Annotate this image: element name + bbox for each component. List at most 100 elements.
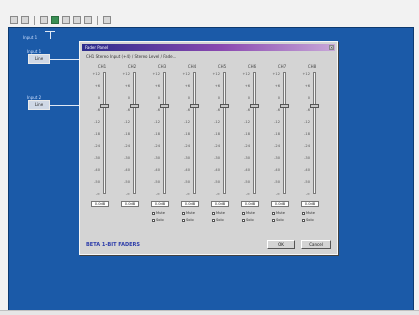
checkbox-icon[interactable] (302, 211, 305, 215)
channel-label: CH7 (277, 64, 287, 69)
fader-thumb[interactable] (280, 103, 289, 108)
scale-tick-label: -50 (124, 180, 130, 184)
save-icon[interactable] (40, 16, 48, 24)
option-checkbox[interactable]: Mute (272, 211, 285, 215)
ok-button[interactable]: OK (267, 240, 295, 249)
fader-track[interactable] (253, 72, 256, 194)
option-checkbox[interactable]: Solo (272, 218, 284, 222)
checkbox-icon[interactable] (212, 211, 215, 215)
level-readout[interactable]: 0.0dB (271, 201, 289, 207)
scale-tick-label: -24 (184, 144, 190, 148)
level-readout[interactable]: 0.0dB (151, 201, 169, 207)
scale-tick-label: -24 (214, 144, 220, 148)
channel-label: CH3 (157, 64, 167, 69)
option-checkbox[interactable]: Mute (182, 211, 195, 215)
paste-icon[interactable] (84, 16, 92, 24)
scale-tick-label: -30 (124, 156, 130, 160)
toolbar-separator (97, 15, 98, 25)
help-icon[interactable] (103, 16, 111, 24)
fader-track[interactable] (103, 72, 106, 194)
connection-wire (50, 59, 80, 60)
channel-strip: CH1 +12 +6 0 -6 -12 -18 -24 -30 -40 -50 -∞ 0.0dB (90, 64, 114, 238)
channel-strip: CH4 +12 +6 0 -6 -12 -18 -24 -30 -40 -50 -∞ 0.0dB Mute… (180, 64, 204, 238)
scale-tick-label: -24 (94, 144, 100, 148)
checkbox-icon[interactable] (182, 218, 185, 222)
scale-tick-label: -∞ (245, 192, 250, 196)
scale-tick-label: -50 (274, 180, 280, 184)
option-label: Solo (306, 218, 314, 222)
option-checkbox[interactable]: Mute (302, 211, 315, 215)
checkbox-icon[interactable] (242, 211, 245, 215)
fader-track[interactable] (313, 72, 316, 194)
fader-thumb[interactable] (160, 103, 169, 108)
scale-ticks: +12 +6 0 -6 -12 -18 -24 -30 -40 -50 -∞ (181, 72, 190, 196)
scale-ticks: +12 +6 0 -6 -12 -18 -24 -30 -40 -50 -∞ (211, 72, 220, 196)
cancel-button[interactable]: Cancel (301, 240, 331, 249)
option-checkbox[interactable]: Mute (212, 211, 225, 215)
fader-track[interactable] (223, 72, 226, 194)
option-label: Solo (186, 218, 194, 222)
checkbox-icon[interactable] (212, 218, 215, 222)
checkbox-icon[interactable] (182, 211, 185, 215)
input-node[interactable]: Line (28, 54, 50, 64)
option-label: Solo (246, 218, 254, 222)
level-readout[interactable]: 0.0dB (91, 201, 109, 207)
fader-thumb[interactable] (190, 103, 199, 108)
scale-tick-label: 0 (277, 96, 280, 100)
channel-label: CH2 (127, 64, 137, 69)
option-checkbox[interactable]: Solo (152, 218, 164, 222)
checkbox-icon[interactable] (242, 218, 245, 222)
fader-thumb[interactable] (220, 103, 229, 108)
fader-thumb[interactable] (130, 103, 139, 108)
scale-tick-label: -12 (184, 120, 190, 124)
fader-track[interactable] (133, 72, 136, 194)
option-label: Mute (216, 211, 225, 215)
scale-tick-label: -30 (214, 156, 220, 160)
level-readout[interactable]: 0.0dB (241, 201, 259, 207)
fader-track[interactable] (193, 72, 196, 194)
fader-track[interactable] (163, 72, 166, 194)
checkbox-icon[interactable] (152, 218, 155, 222)
scale-tick-label: -50 (184, 180, 190, 184)
scale-tick-label: +12 (272, 72, 280, 76)
channel-label: CH4 (187, 64, 197, 69)
option-checkbox[interactable]: Solo (182, 218, 194, 222)
cut-icon[interactable] (62, 16, 70, 24)
level-readout[interactable]: 0.0dB (301, 201, 319, 207)
scale-tick-label: -50 (214, 180, 220, 184)
scale-tick-label: -40 (94, 168, 100, 172)
option-checkbox[interactable]: Solo (212, 218, 224, 222)
fader-track[interactable] (283, 72, 286, 194)
close-button[interactable]: × (329, 45, 334, 50)
input-node[interactable]: Line (28, 100, 50, 110)
option-checkbox[interactable]: Solo (302, 218, 314, 222)
brand-label: BETA 1-BIT FADERS (86, 242, 140, 248)
fader-thumb[interactable] (100, 103, 109, 108)
scale-tick-label: +6 (154, 84, 160, 88)
level-readout[interactable]: 0.0dB (181, 201, 199, 207)
checkbox-icon[interactable] (302, 218, 305, 222)
option-checkbox[interactable]: Mute (242, 211, 255, 215)
option-checkbox[interactable]: Solo (242, 218, 254, 222)
option-label: Mute (306, 211, 315, 215)
new-icon[interactable] (10, 16, 18, 24)
option-checkbox[interactable]: Mute (152, 211, 165, 215)
checkbox-icon[interactable] (152, 211, 155, 215)
fader-thumb[interactable] (250, 103, 259, 108)
level-readout[interactable]: 0.0dB (211, 201, 229, 207)
copy-icon[interactable] (73, 16, 81, 24)
level-readout[interactable]: 0.0dB (121, 201, 139, 207)
run-icon[interactable] (51, 16, 59, 24)
window-titlebar[interactable]: Fader Panel × (82, 44, 335, 51)
channel-label: CH8 (307, 64, 317, 69)
connection-wire (50, 31, 51, 39)
scale-tick-label: -6 (126, 108, 130, 112)
fader-thumb[interactable] (310, 103, 319, 108)
checkbox-icon[interactable] (272, 211, 275, 215)
scale-tick-label: -18 (214, 132, 220, 136)
scale-ticks: +12 +6 0 -6 -12 -18 -24 -30 -40 -50 -∞ (151, 72, 160, 196)
checkbox-icon[interactable] (272, 218, 275, 222)
scale-tick-label: 0 (127, 96, 130, 100)
scale-ticks: +12 +6 0 -6 -12 -18 -24 -30 -40 -50 -∞ (121, 72, 130, 196)
open-icon[interactable] (21, 16, 29, 24)
